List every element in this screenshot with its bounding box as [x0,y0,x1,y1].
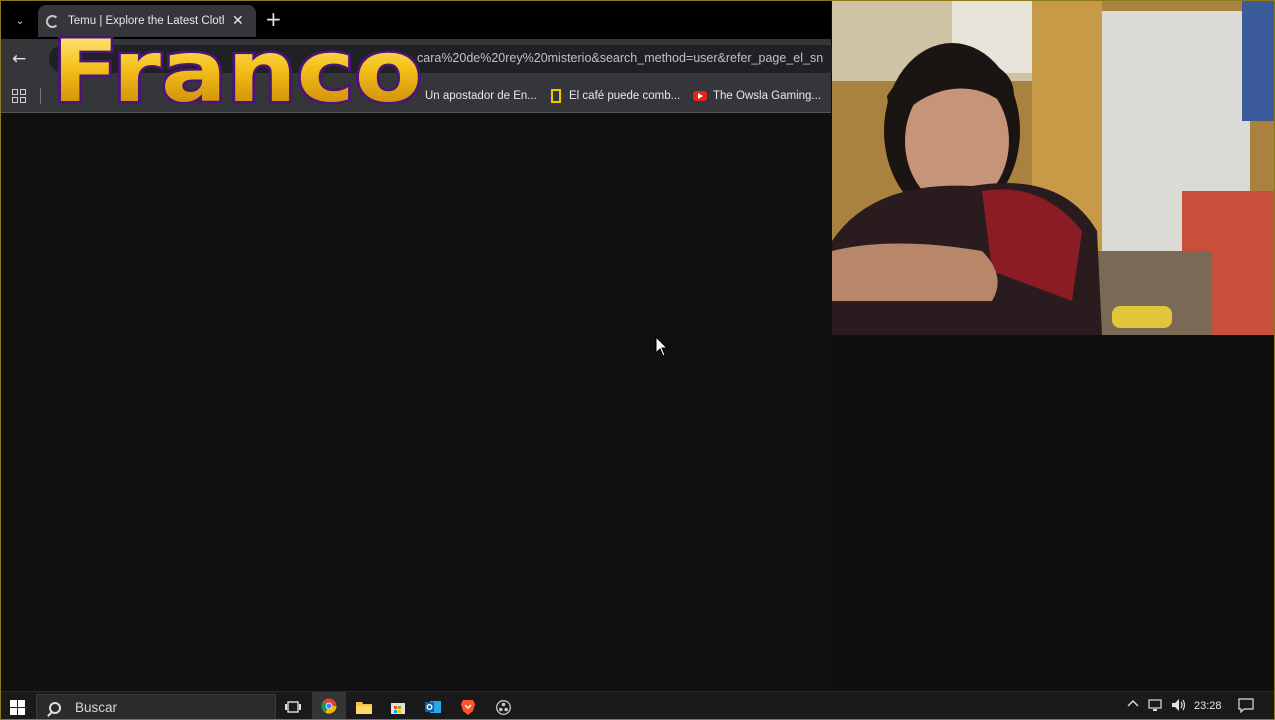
notifications-icon[interactable] [1238,698,1254,717]
webcam-image [832,1,1274,335]
webcam-feed [832,1,1274,335]
address-bar-url: cara%20de%20rey%20misterio&search_method… [417,51,824,65]
bookmark-owsla[interactable]: The Owsla Gaming... [693,87,821,105]
desktop-screen: ⌄ Temu | Explore the Latest Clothi ✕ + ←… [0,0,1275,720]
back-button[interactable]: ← [12,49,26,69]
logo-text: Franco [52,22,422,117]
bookmark-apostador[interactable]: Un apostador de En... [425,87,537,105]
store-icon[interactable] [381,692,415,719]
chrome-icon[interactable] [312,692,346,719]
bookmark-label: The Owsla Gaming... [713,90,822,102]
mouse-cursor-icon [655,336,669,357]
windows-start-icon[interactable] [10,700,25,715]
streamer-logo: Franco [50,21,425,117]
bookmarks-divider [40,88,41,104]
bookmark-label: Un apostador de En... [425,90,537,102]
chevron-down-icon: ⌄ [15,13,25,27]
outlook-icon[interactable] [416,692,450,719]
volume-icon[interactable] [1171,698,1187,716]
taskbar-clock[interactable]: 23:28 [1194,700,1222,712]
file-explorer-icon[interactable] [347,692,381,719]
youtube-icon [693,91,707,101]
tab-search-button[interactable]: ⌄ [9,9,31,31]
network-icon[interactable] [1148,698,1164,716]
apps-grid-icon[interactable] [12,89,26,103]
task-view-icon[interactable] [276,692,310,719]
taskbar: Buscar 23:28 [1,691,1274,719]
page-content-blank [1,113,831,691]
search-placeholder: Buscar [75,700,118,715]
taskbar-search-box[interactable]: Buscar [36,694,276,719]
bookmark-label: El café puede comb... [569,90,681,102]
brave-icon[interactable] [451,692,485,719]
bookmark-cafe[interactable]: El café puede comb... [551,87,680,105]
search-icon [49,701,61,714]
tray-chevron-up-icon[interactable] [1127,698,1139,714]
obs-icon[interactable] [486,692,520,719]
natgeo-icon [551,89,561,103]
